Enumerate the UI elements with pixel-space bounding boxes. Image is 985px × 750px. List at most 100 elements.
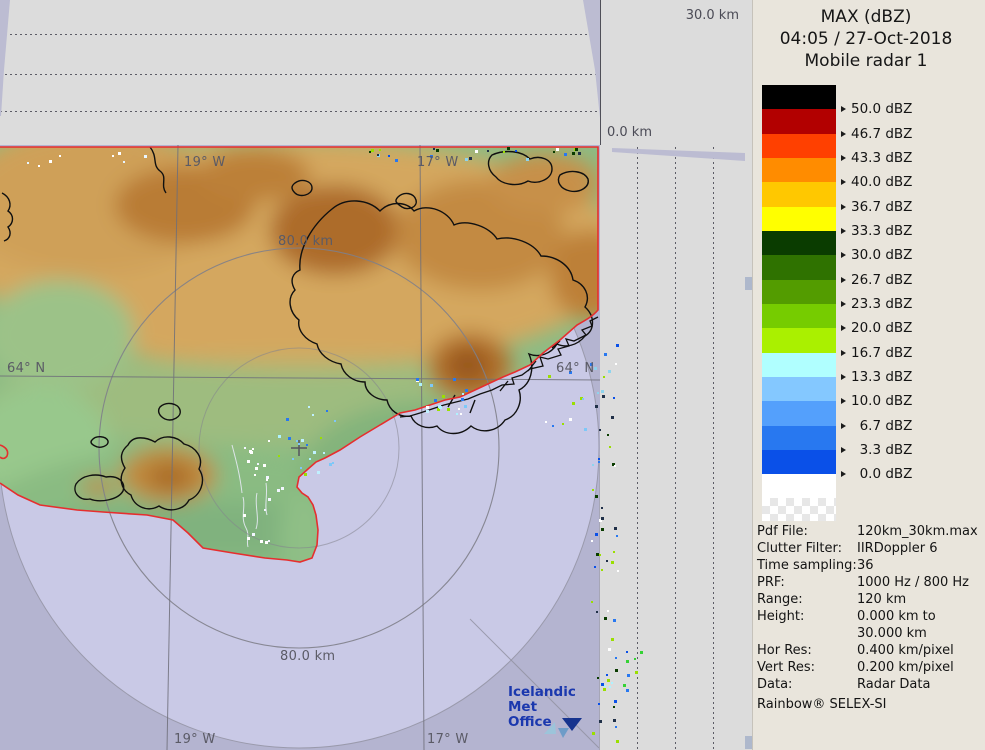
info-row-value: 0.000 km to	[857, 609, 936, 624]
legend-entry-label: 26.7 dBZ	[851, 271, 913, 288]
map-edge-line	[599, 455, 600, 750]
info-row-label: Pdf File:	[757, 524, 808, 539]
info-row-value: 30.000 km	[857, 626, 927, 641]
legend-entry: 33.3 dBZ	[841, 222, 912, 240]
legend-tick-arrow-icon	[841, 325, 846, 332]
lon-label-19w-top: 19° W	[184, 155, 226, 170]
scrollbar-track[interactable]	[745, 0, 753, 750]
legend-tick-arrow-icon	[841, 300, 846, 307]
legend-tick-arrow-icon	[841, 179, 846, 186]
info-row-label: Range:	[757, 592, 803, 607]
legend-tick-arrow-icon	[841, 203, 846, 210]
legend-entry-label: 33.3 dBZ	[851, 222, 913, 239]
legend-entry-label: 13.3 dBZ	[851, 368, 913, 385]
ring-label-80km-bottom: 80.0 km	[280, 649, 336, 664]
info-row-label: Height:	[757, 609, 805, 624]
logo-text-line1: Icelandic Met	[508, 684, 576, 715]
legend-entry: 40.0 dBZ	[841, 173, 912, 191]
legend-entry: 23.3 dBZ	[841, 295, 912, 313]
height-scale-max-label: 30.0 km	[685, 8, 739, 23]
legend-tick-arrow-icon	[841, 349, 846, 356]
legend-tick-arrow-icon	[841, 252, 846, 259]
legend-entry-label: 36.7 dBZ	[851, 198, 913, 215]
legend-color-block	[762, 255, 836, 280]
legend-entry: 36.7 dBZ	[841, 198, 912, 216]
height-profile-top-panel	[0, 0, 600, 145]
legend-entry: 16.7 dBZ	[841, 344, 912, 362]
software-brand: Rainbow® SELEX-SI	[757, 697, 887, 712]
legend-color-block	[762, 157, 836, 183]
info-row-value: 0.400 km/pixel	[857, 643, 954, 658]
legend-entry-label: 30.0 dBZ	[851, 247, 913, 264]
height-gridline	[675, 147, 676, 750]
legend-entry: 26.7 dBZ	[841, 271, 912, 289]
lat-label-64n-left: 64° N	[7, 361, 46, 376]
info-row-value: 120 km	[857, 592, 907, 607]
info-row-value: Radar Data	[857, 677, 931, 692]
info-row-label: Time sampling:	[757, 558, 857, 573]
product-source: Mobile radar 1	[804, 51, 928, 71]
lon-label-17w-top: 17° W	[417, 155, 459, 170]
legend-tick-arrow-icon	[841, 154, 846, 161]
product-header: MAX (dBZ) 04:05 / 27-Oct-2018 Mobile rad…	[753, 6, 979, 72]
legend-transparent-block	[762, 498, 836, 522]
lon-label-17w-bottom: 17° W	[427, 732, 469, 747]
legend-tick-arrow-icon	[841, 227, 846, 234]
legend-entry: 13.3 dBZ	[841, 368, 912, 386]
legend-entry-label: 20.0 dBZ	[851, 320, 913, 337]
legend-entry-label: 50.0 dBZ	[851, 101, 913, 118]
info-row-label: Clutter Filter:	[757, 541, 842, 556]
scrollbar-thumb[interactable]	[745, 736, 752, 749]
legend-entry: 20.0 dBZ	[841, 319, 912, 337]
info-row-label: Hor Res:	[757, 643, 812, 658]
height-profile-side-panel	[600, 145, 745, 750]
legend-entry-label: 10.0 dBZ	[851, 393, 913, 410]
legend-entry: 30.0 dBZ	[841, 246, 912, 264]
legend-tick-arrow-icon	[841, 373, 846, 380]
legend-entry-label: 40.0 dBZ	[851, 174, 913, 191]
profile-sea-wedge	[612, 148, 745, 161]
legend-entry-label: 0.0 dBZ	[851, 466, 913, 483]
scrollbar-thumb[interactable]	[745, 277, 752, 290]
legend-color-block	[762, 230, 836, 256]
info-row-value: 36	[857, 558, 874, 573]
legend-entry: 43.3 dBZ	[841, 149, 912, 167]
legend-color-block	[762, 182, 836, 207]
radar-map[interactable]: 19° W 17° W 80.0 km 64° N 64° N 80.0 km …	[0, 144, 601, 750]
legend-entry-label: 6.7 dBZ	[851, 417, 913, 434]
legend-tick-arrow-icon	[841, 106, 846, 113]
info-row-label	[757, 625, 857, 642]
legend-entry-label: 3.3 dBZ	[851, 441, 913, 458]
product-datetime: 04:05 / 27-Oct-2018	[779, 29, 953, 49]
info-row-value: IIRDoppler 6	[857, 541, 938, 556]
legend-color-block	[762, 206, 836, 231]
product-info-table: Pdf File: 120km_30km.max Clutter Filter: II…	[757, 523, 983, 693]
legend-entry-label: 16.7 dBZ	[851, 344, 913, 361]
lon-label-19w-bottom: 19° W	[174, 732, 216, 747]
height-scale-corner-panel: 30.0 km 0.0 km	[600, 0, 745, 145]
legend-entry: 46.7 dBZ	[841, 125, 912, 143]
legend-tick-arrow-icon	[841, 398, 846, 405]
legend-color-block	[762, 401, 836, 426]
height-gridline	[713, 147, 714, 750]
legend-color-block	[762, 352, 836, 377]
legend-color-block	[762, 449, 836, 475]
color-scale	[762, 85, 836, 522]
product-title: MAX (dBZ)	[820, 7, 912, 27]
info-row-label: Vert Res:	[757, 660, 816, 675]
legend-entry: 50.0 dBZ	[841, 100, 912, 118]
legend-entry: 3.3 dBZ	[841, 441, 912, 459]
radar-application-window: 30.0 km 0.0 km 19° W 17° W 80.0 km 64° N…	[0, 0, 985, 750]
height-gridline	[637, 147, 638, 750]
info-row-value: 1000 Hz / 800 Hz	[857, 575, 970, 590]
legend-color-block	[762, 85, 836, 110]
legend-color-block	[762, 109, 836, 134]
legend-entry: 6.7 dBZ	[841, 417, 912, 435]
legend-color-block	[762, 425, 836, 450]
height-scale-min-label: 0.0 km	[607, 125, 652, 140]
legend-sidebar: MAX (dBZ) 04:05 / 27-Oct-2018 Mobile rad…	[745, 0, 985, 750]
legend-tick-arrow-icon	[841, 471, 846, 478]
legend-color-block	[762, 133, 836, 158]
info-row-label: Data:	[757, 677, 793, 692]
info-row-value: 0.200 km/pixel	[857, 660, 954, 675]
